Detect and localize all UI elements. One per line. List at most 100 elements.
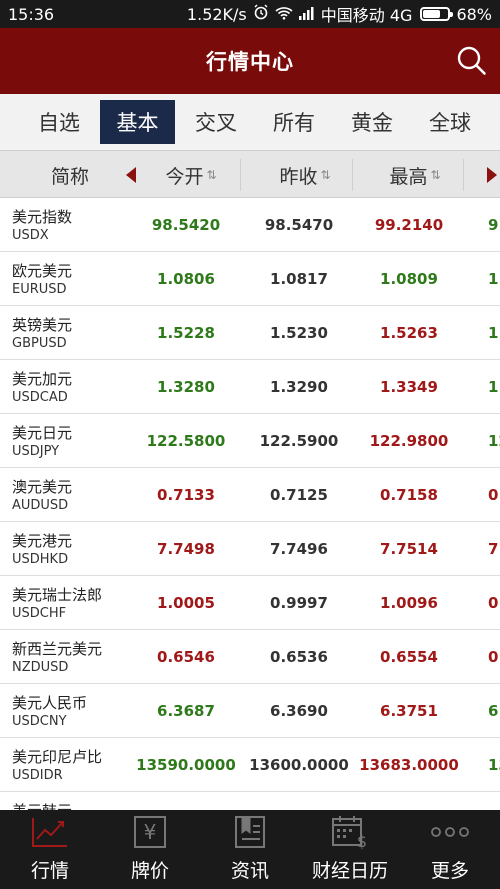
svg-text:¥: ¥ xyxy=(144,820,157,844)
pair-name: 美元加元 xyxy=(12,370,73,388)
prev-close-price: 98.5470 xyxy=(264,216,334,234)
tab-3[interactable]: 所有 xyxy=(255,100,333,144)
pair-code: USDCHF xyxy=(12,606,67,621)
prev-close-price: 0.7125 xyxy=(270,486,328,504)
nav-item-2[interactable]: 资讯 xyxy=(200,810,300,889)
wifi-icon xyxy=(275,5,293,24)
nav-label: 资讯 xyxy=(230,860,269,882)
pair-code: USDCNY xyxy=(12,714,67,729)
tab-5[interactable]: 全球 xyxy=(411,100,489,144)
app-header: 行情中心 xyxy=(0,28,500,94)
open-price: 0.7133 xyxy=(157,486,215,504)
high-price: 1.0096 xyxy=(380,594,438,612)
pair-name: 新西兰元美元 xyxy=(12,640,103,658)
pair-code: USDIDR xyxy=(12,768,63,783)
nav-label: 牌价 xyxy=(130,860,169,882)
pair-code: USDHKD xyxy=(12,552,69,567)
svg-text:$: $ xyxy=(357,832,367,850)
table-row[interactable]: 美元日元 USDJPY 122.5800 122.5900 122.9800 12 xyxy=(0,414,500,468)
nav-item-3[interactable]: $ 财经日历 xyxy=(300,810,400,889)
pair-name: 美元指数 xyxy=(12,208,73,226)
calendar-icon: $ xyxy=(330,812,370,852)
high-price: 0.7158 xyxy=(380,486,438,504)
open-price xyxy=(131,792,241,810)
high-price: 1.5263 xyxy=(380,324,438,342)
search-icon[interactable] xyxy=(456,45,488,77)
table-row[interactable]: 美元瑞士法郎 USDCHF 1.0005 0.9997 1.0096 0 xyxy=(0,576,500,630)
yen-icon: ¥ xyxy=(132,812,168,852)
pair-code: AUDUSD xyxy=(12,498,69,513)
next-column-value xyxy=(488,792,500,810)
open-price: 1.0005 xyxy=(157,594,215,612)
table-row[interactable]: 欧元美元 EURUSD 1.0806 1.0817 1.0809 1 xyxy=(0,252,500,306)
nav-label: 财经日历 xyxy=(311,860,388,882)
more-icon xyxy=(430,812,470,852)
chart-icon xyxy=(30,812,70,852)
table-row[interactable]: 美元港元 USDHKD 7.7498 7.7496 7.7514 7 xyxy=(0,522,500,576)
high-price: 122.9800 xyxy=(369,432,449,450)
pair-name: 美元瑞士法郎 xyxy=(12,586,103,604)
column-high-sort[interactable]: 最高 ⇅ xyxy=(364,151,464,199)
pair-name: 美元人民币 xyxy=(12,694,88,712)
divider xyxy=(463,159,464,191)
sort-icon: ⇅ xyxy=(320,168,330,182)
nav-item-1[interactable]: ¥ 牌价 xyxy=(100,810,200,889)
next-column-value: 1 xyxy=(488,270,499,288)
prev-close-price: 6.3690 xyxy=(270,702,328,720)
table-row[interactable]: 美元指数 USDX 98.5420 98.5470 99.2140 9 xyxy=(0,198,500,252)
status-bar: 15:36 1.52K/s 中国移动 4G 68% xyxy=(0,0,500,28)
next-column-value: 0 xyxy=(488,594,499,612)
status-time: 15:36 xyxy=(8,4,55,24)
pair-name: 澳元美元 xyxy=(12,478,73,496)
network-speed: 1.52K/s xyxy=(186,4,247,24)
table-row[interactable]: 美元韩元 xyxy=(0,792,500,810)
sort-icon: ⇅ xyxy=(206,168,216,182)
table-row[interactable]: 澳元美元 AUDUSD 0.7133 0.7125 0.7158 0 xyxy=(0,468,500,522)
table-row[interactable]: 新西兰元美元 NZDUSD 0.6546 0.6536 0.6554 0 xyxy=(0,630,500,684)
pair-name: 英镑美元 xyxy=(12,316,73,334)
bottom-nav: 行情 ¥ 牌价 资讯 $ 财经日历 更多 xyxy=(0,810,500,889)
prev-close-price: 1.3290 xyxy=(270,378,328,396)
pair-code: GBPUSD xyxy=(12,336,67,351)
prev-close-price: 122.5900 xyxy=(259,432,339,450)
open-price: 122.5800 xyxy=(146,432,226,450)
pair-name: 美元港元 xyxy=(12,532,73,550)
tab-4[interactable]: 黄金 xyxy=(333,100,411,144)
pair-code: USDJPY xyxy=(12,444,60,459)
sort-icon: ⇅ xyxy=(430,168,440,182)
column-close-sort[interactable]: 昨收 ⇅ xyxy=(254,151,354,199)
prev-close-price: 0.6536 xyxy=(270,648,328,666)
high-price: 7.7514 xyxy=(380,540,438,558)
scroll-left-icon[interactable] xyxy=(126,167,136,183)
next-column-value: 1 xyxy=(488,378,499,396)
news-icon xyxy=(232,812,268,852)
battery-percent: 68% xyxy=(456,4,492,24)
table-row[interactable]: 美元加元 USDCAD 1.3280 1.3290 1.3349 1 xyxy=(0,360,500,414)
table-row[interactable]: 美元印尼卢比 USDIDR 13590.0000 13600.0000 13683.00… xyxy=(0,738,500,792)
category-tabs: 自选 基本 交叉 所有 黄金 全球 xyxy=(0,94,500,150)
next-column-value: 135 xyxy=(488,756,500,774)
column-open-sort[interactable]: 今开 ⇅ xyxy=(140,151,240,199)
tab-2[interactable]: 交叉 xyxy=(177,100,255,144)
next-column-value: 7 xyxy=(488,540,499,558)
nav-label: 行情 xyxy=(30,860,69,882)
divider xyxy=(240,159,241,191)
tab-0[interactable]: 自选 xyxy=(20,100,98,144)
pair-name: 美元日元 xyxy=(12,424,73,442)
high-price: 1.0809 xyxy=(380,270,438,288)
tab-1[interactable]: 基本 xyxy=(100,100,175,144)
open-price: 6.3687 xyxy=(157,702,215,720)
nav-item-4[interactable]: 更多 xyxy=(400,810,500,889)
high-price: 1.3349 xyxy=(380,378,438,396)
next-column-value: 1 xyxy=(488,324,499,342)
open-price: 1.0806 xyxy=(157,270,215,288)
open-price: 98.5420 xyxy=(151,216,221,234)
pair-code: USDCAD xyxy=(12,390,68,405)
column-name: 简称 xyxy=(50,165,89,188)
table-row[interactable]: 美元人民币 USDCNY 6.3687 6.3690 6.3751 6 xyxy=(0,684,500,738)
divider xyxy=(352,159,353,191)
table-row[interactable]: 英镑美元 GBPUSD 1.5228 1.5230 1.5263 1 xyxy=(0,306,500,360)
nav-item-0[interactable]: 行情 xyxy=(0,810,100,889)
battery-icon xyxy=(420,7,454,21)
scroll-right-icon[interactable] xyxy=(487,167,497,183)
